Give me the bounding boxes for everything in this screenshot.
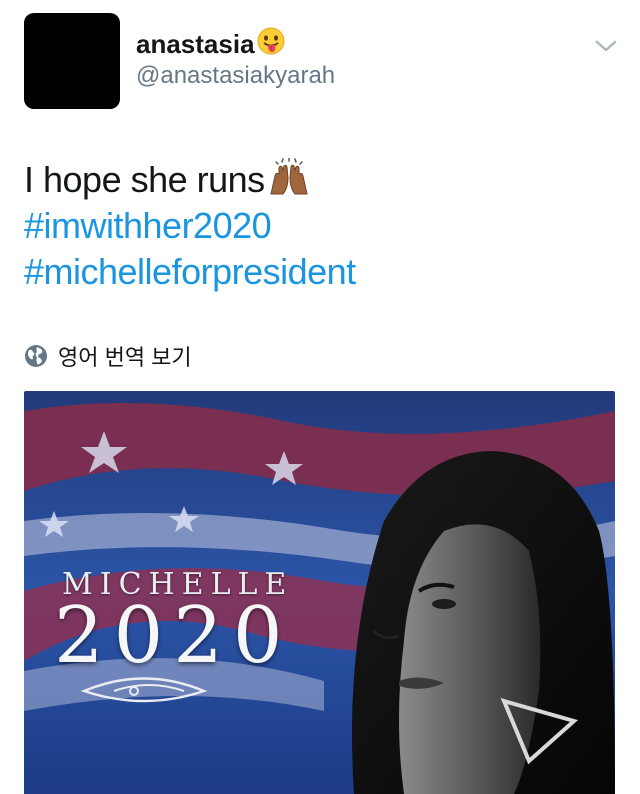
tweet-body: I hope she runs [24, 159, 265, 200]
raising-hands-emoji-icon [267, 157, 311, 206]
tweet-text: I hope she runs #imwithher2020 #michelle… [24, 157, 356, 296]
globe-icon [25, 345, 47, 367]
translate-label: 영어 번역 보기 [58, 345, 192, 370]
tweet-text-line: I hope she runs [24, 157, 356, 206]
chevron-down-icon[interactable] [594, 37, 618, 55]
poster-year: 2020 [54, 591, 293, 681]
tweet-media-image[interactable]: MICHELLE 2020 [24, 391, 615, 794]
tweet: anastasia @anastasiakyarah I hope she ru… [0, 0, 640, 794]
tongue-face-emoji-icon [257, 27, 285, 60]
name-row: anastasia [136, 27, 285, 60]
display-name[interactable]: anastasia [136, 29, 255, 59]
translate-link[interactable]: 영어 번역 보기 [24, 340, 192, 372]
hashtag-link[interactable]: #imwithher2020 [24, 204, 356, 250]
hashtag-link[interactable]: #michelleforpresident [24, 250, 356, 296]
avatar[interactable] [24, 13, 120, 109]
user-handle[interactable]: @anastasiakyarah [136, 62, 335, 90]
